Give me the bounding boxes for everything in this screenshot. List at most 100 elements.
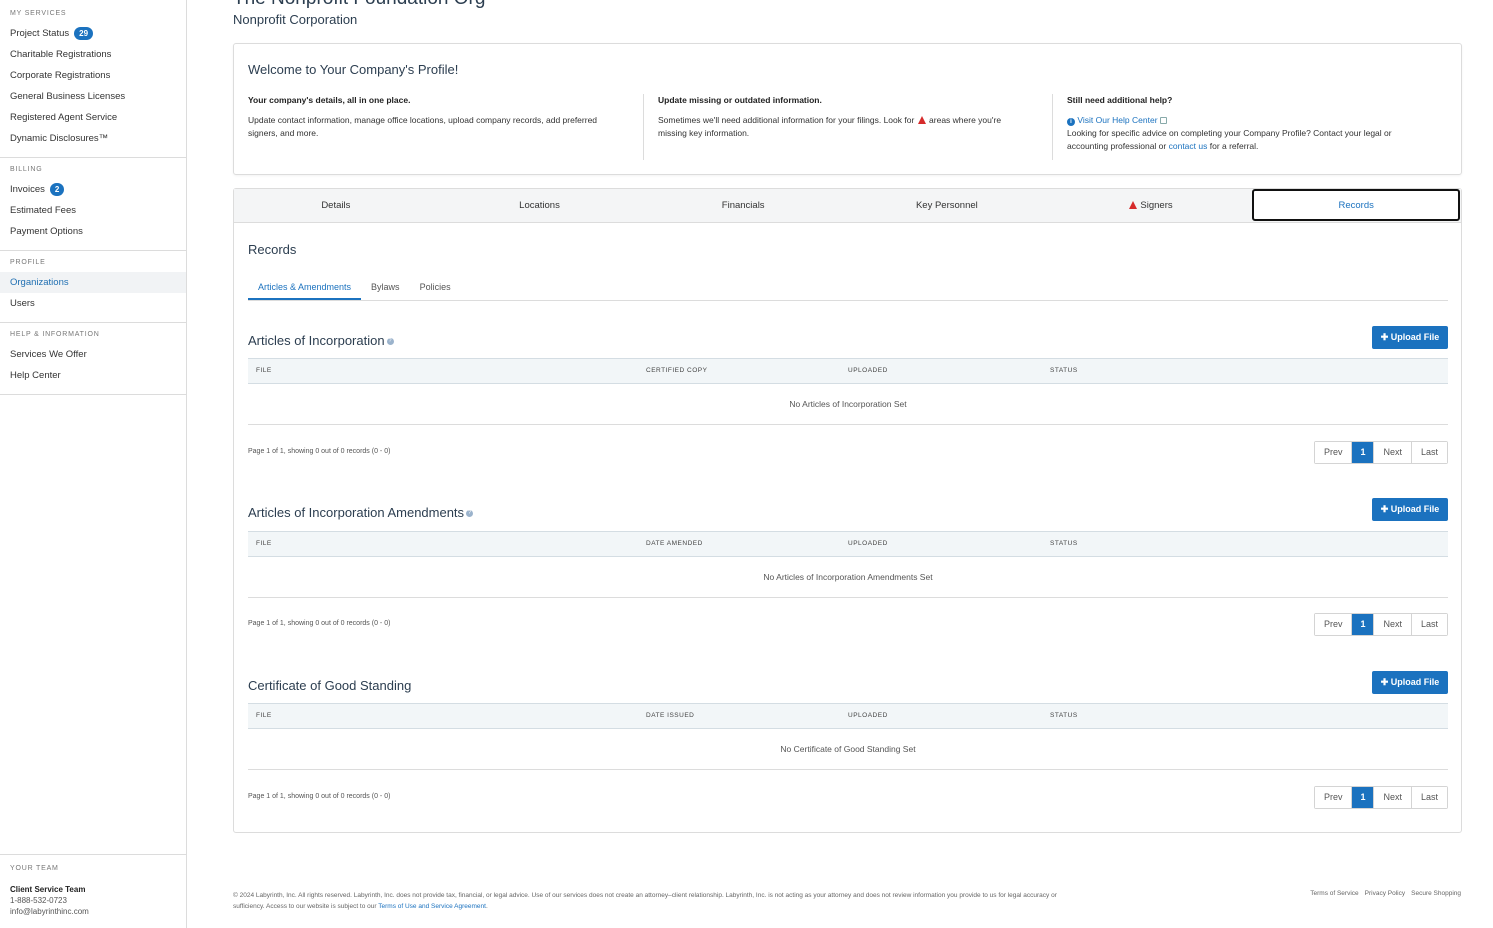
empty-state: No Certificate of Good Standing Set <box>248 730 1448 770</box>
sidebar-section-my-services: MY SERVICES Project Status 29 Charitable … <box>0 0 186 158</box>
records-subtabs: Articles & Amendments Bylaws Policies <box>248 275 1448 301</box>
sidebar-item-label: Help Center <box>10 370 61 381</box>
text-part: Sometimes we'll need additional informat… <box>658 115 915 125</box>
sidebar-item-label: Corporate Registrations <box>10 70 111 81</box>
column-header: FILE <box>256 540 272 547</box>
welcome-title: Welcome to Your Company's Profile! <box>248 62 459 77</box>
page-1-button[interactable]: 1 <box>1352 787 1375 808</box>
external-link-icon <box>1159 117 1167 124</box>
column-header: DATE AMENDED <box>646 540 703 547</box>
sidebar-section-profile: PROFILE Organizations Users <box>0 251 186 323</box>
page-info: Page 1 of 1, showing 0 out of 0 records … <box>248 448 391 455</box>
privacy-policy-link[interactable]: Privacy Policy <box>1365 890 1405 897</box>
upload-file-button[interactable]: ✚ Upload File <box>1372 326 1448 349</box>
sidebar-item-label: Organizations <box>10 277 69 288</box>
sidebar-item-label: Payment Options <box>10 226 83 237</box>
terms-of-service-link[interactable]: Terms of Service <box>1310 890 1358 897</box>
help-icon[interactable]: ? <box>386 338 394 345</box>
sidebar-item-charitable-registrations[interactable]: Charitable Registrations <box>0 44 186 65</box>
help-center-link[interactable]: i Visit Our Help Center <box>1067 114 1432 127</box>
column-header: FILE <box>256 712 272 719</box>
table-header: FILE DATE ISSUED UPLOADED STATUS <box>248 703 1448 729</box>
welcome-column-title: Your company's details, all in one place… <box>248 95 411 105</box>
sidebar-heading: PROFILE <box>10 259 46 266</box>
footer-links: Terms of Service Privacy Policy Secure S… <box>1310 890 1461 897</box>
tab-financials[interactable]: Financials <box>641 189 845 222</box>
welcome-column-title: Still need additional help? <box>1067 95 1173 105</box>
subtab-bylaws[interactable]: Bylaws <box>361 275 410 300</box>
last-button[interactable]: Last <box>1411 442 1447 463</box>
section-title-text: Certificate of Good Standing <box>248 678 412 693</box>
secure-shopping-link[interactable]: Secure Shopping <box>1411 890 1461 897</box>
sidebar-item-help-center[interactable]: Help Center <box>0 365 186 386</box>
count-badge: 29 <box>74 27 94 40</box>
sidebar-item-corporate-registrations[interactable]: Corporate Registrations <box>0 65 186 86</box>
prev-button[interactable]: Prev <box>1314 442 1353 463</box>
welcome-column-missing: Update missing or outdated information. … <box>643 94 1023 160</box>
subtab-articles-amendments[interactable]: Articles & Amendments <box>248 275 362 300</box>
help-icon[interactable]: ? <box>466 510 474 517</box>
tab-key-personnel[interactable]: Key Personnel <box>845 189 1049 222</box>
contact-us-link[interactable]: contact us <box>1169 141 1208 151</box>
sidebar-item-label: General Business Licenses <box>10 91 126 102</box>
sidebar-heading: HELP & INFORMATION <box>10 331 100 338</box>
welcome-column-text: Sometimes we'll need additional informat… <box>658 114 1023 140</box>
welcome-column-title: Update missing or outdated information. <box>658 95 822 105</box>
column-header: STATUS <box>1050 367 1078 374</box>
team-phone[interactable]: 1-888-532-0723 <box>10 895 176 906</box>
pagination: Prev 1 Next Last <box>1313 441 1448 464</box>
last-button[interactable]: Last <box>1411 787 1447 808</box>
subtab-policies[interactable]: Policies <box>410 275 461 300</box>
tab-details[interactable]: Details <box>234 189 438 222</box>
warning-icon <box>917 116 926 124</box>
team-email[interactable]: info@labyrinthinc.com <box>10 906 176 917</box>
text-part: for a referral. <box>1209 141 1259 151</box>
sidebar-item-label: Invoices <box>10 184 45 195</box>
sidebar-item-label: Estimated Fees <box>10 205 76 216</box>
sidebar-item-label: Users <box>10 298 35 309</box>
next-button[interactable]: Next <box>1374 614 1412 635</box>
tab-signers[interactable]: Signers <box>1049 189 1253 222</box>
sidebar-item-label: Services We Offer <box>10 349 87 360</box>
next-button[interactable]: Next <box>1374 787 1412 808</box>
sidebar-item-dynamic-disclosures[interactable]: Dynamic Disclosures™ <box>0 128 186 149</box>
tab-records[interactable]: Records <box>1252 189 1461 221</box>
sidebar-item-estimated-fees[interactable]: Estimated Fees <box>0 200 186 221</box>
pagination: Prev 1 Next Last <box>1313 613 1448 636</box>
footer-text: © 2024 Labyrinth, Inc. All rights reserv… <box>233 892 1057 910</box>
profile-panel: Details Locations Financials Key Personn… <box>233 188 1462 833</box>
section-title: Certificate of Good Standing <box>248 678 411 693</box>
empty-state: No Articles of Incorporation Amendments … <box>248 558 1448 598</box>
upload-label: Upload File <box>1390 504 1440 514</box>
tab-label: Signers <box>1140 200 1173 211</box>
next-button[interactable]: Next <box>1374 442 1412 463</box>
sidebar-item-invoices[interactable]: Invoices 2 <box>0 179 186 200</box>
count-badge: 2 <box>49 183 65 196</box>
upload-file-button[interactable]: ✚ Upload File <box>1372 498 1448 521</box>
sidebar-item-payment-options[interactable]: Payment Options <box>0 221 186 242</box>
pagination: Prev 1 Next Last <box>1313 786 1448 809</box>
table-header: FILE DATE AMENDED UPLOADED STATUS <box>248 531 1448 557</box>
prev-button[interactable]: Prev <box>1314 614 1353 635</box>
help-center-link-label[interactable]: Visit Our Help Center <box>1077 115 1157 125</box>
last-button[interactable]: Last <box>1411 614 1447 635</box>
sidebar-item-organizations[interactable]: Organizations <box>0 272 186 293</box>
column-header: DATE ISSUED <box>646 712 695 719</box>
sidebar-item-registered-agent-service[interactable]: Registered Agent Service <box>0 107 186 128</box>
column-header: CERTIFIED COPY <box>646 367 708 374</box>
info-icon: i <box>1067 118 1075 126</box>
terms-of-use-link[interactable]: Terms of Use and Service Agreement <box>378 903 486 910</box>
page-title: The Nonprofit Foundation Org <box>233 0 485 10</box>
welcome-card: Welcome to Your Company's Profile! Your … <box>233 43 1462 175</box>
sidebar-item-general-business-licenses[interactable]: General Business Licenses <box>0 86 186 107</box>
sidebar-item-project-status[interactable]: Project Status 29 <box>0 23 186 44</box>
org-type: Nonprofit Corporation <box>233 12 358 27</box>
sidebar-item-services-we-offer[interactable]: Services We Offer <box>0 344 186 365</box>
page-1-button[interactable]: 1 <box>1352 614 1375 635</box>
page-1-button[interactable]: 1 <box>1352 442 1375 463</box>
sidebar-section-billing: BILLING Invoices 2 Estimated Fees Payment… <box>0 158 186 251</box>
upload-file-button[interactable]: ✚ Upload File <box>1372 671 1448 694</box>
tab-locations[interactable]: Locations <box>438 189 642 222</box>
sidebar-item-users[interactable]: Users <box>0 293 186 314</box>
prev-button[interactable]: Prev <box>1314 787 1353 808</box>
